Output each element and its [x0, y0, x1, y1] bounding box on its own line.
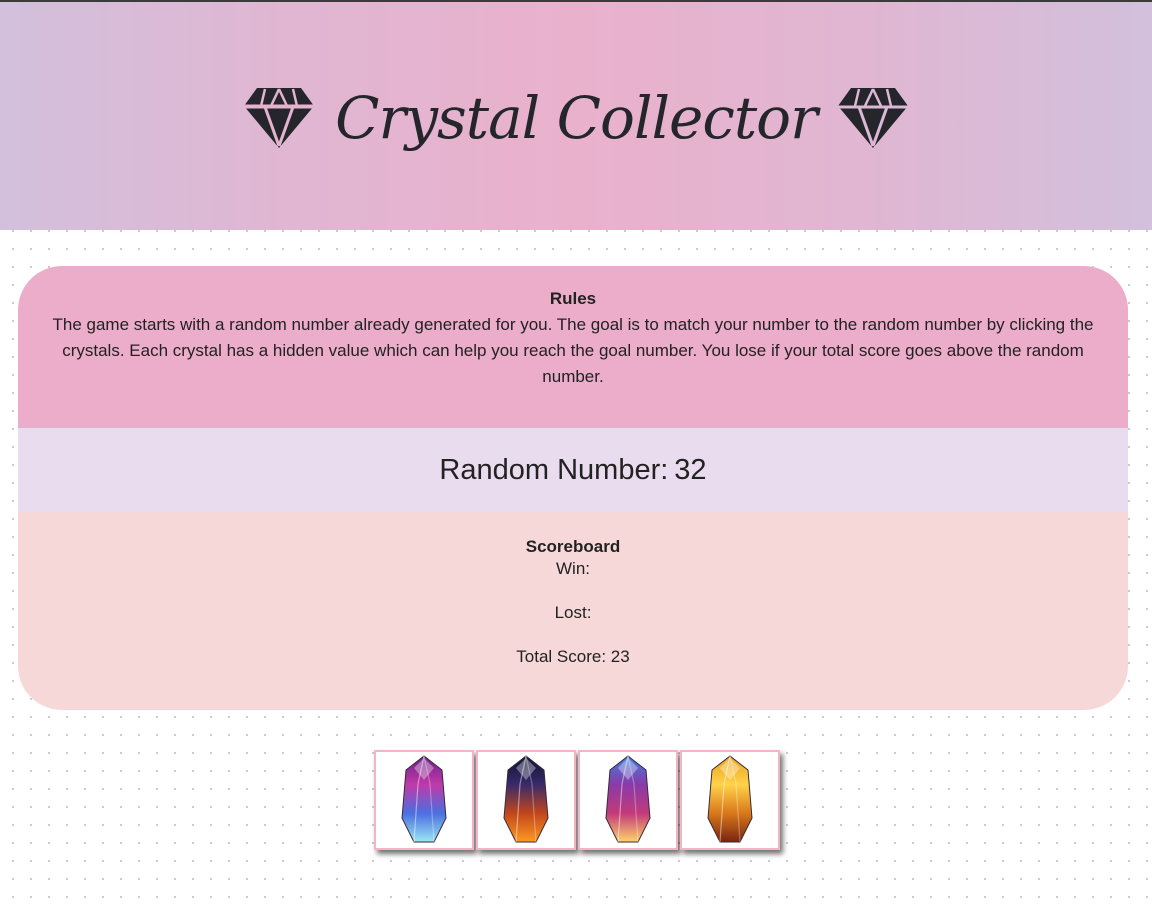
total-score-row: Total Score: 23 [18, 646, 1128, 668]
random-number-label: Random Number: [439, 453, 669, 486]
title-wrap: Crystal Collector [243, 84, 909, 152]
lost-row: Lost: [18, 602, 1128, 624]
purple-blue-crystal-icon [401, 755, 447, 843]
diamond-icon [244, 88, 315, 148]
lost-label: Lost: [554, 603, 592, 622]
blue-magenta-crystal-icon [605, 755, 651, 843]
rules-heading: Rules [549, 289, 597, 308]
diamond-icon [837, 88, 908, 148]
dark-orange-crystal-icon [503, 755, 549, 843]
crystal-buttons [374, 750, 780, 850]
scoreboard-panel: Scoreboard Win: Lost: Total Score: 23 [18, 512, 1128, 710]
gold-crystal-icon [707, 755, 753, 843]
game-card: Rules The game starts with a random numb… [18, 266, 1128, 710]
crystal-button-1[interactable] [374, 750, 474, 850]
win-row: Win: [18, 558, 1128, 580]
random-number-value: 32 [674, 453, 707, 486]
win-label: Win: [556, 559, 590, 578]
page-title: Crystal Collector [335, 84, 818, 152]
crystal-button-3[interactable] [578, 750, 678, 850]
crystal-button-4[interactable] [680, 750, 780, 850]
crystal-button-2[interactable] [476, 750, 576, 850]
total-score-label: Total Score: [516, 647, 607, 666]
header-banner: Crystal Collector [0, 2, 1152, 230]
total-score-value: 23 [610, 647, 630, 666]
scoreboard-heading: Scoreboard [525, 537, 621, 556]
random-number-panel: Random Number: 32 [18, 428, 1128, 512]
rules-panel: Rules The game starts with a random numb… [18, 266, 1128, 428]
rules-text: The game starts with a random number alr… [52, 315, 1094, 386]
